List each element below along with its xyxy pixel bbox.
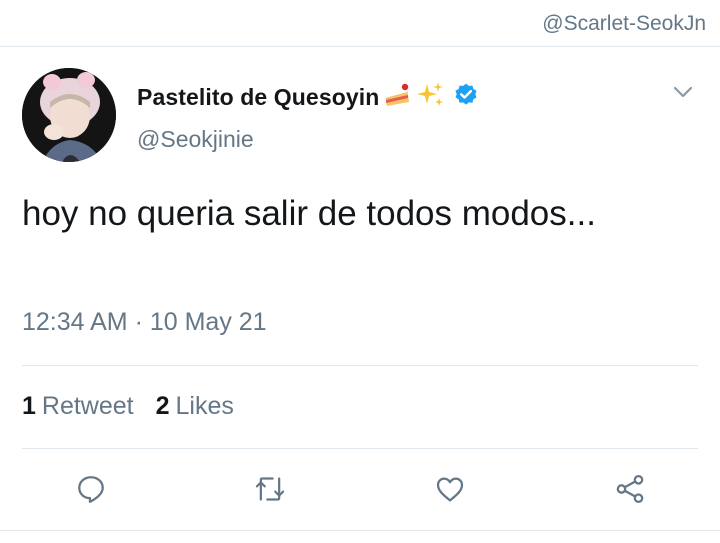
display-name-row: Pastelito de Quesoyin — [137, 80, 479, 114]
avatar[interactable] — [22, 68, 116, 162]
tweet-stats: 1 Retweet 2 Likes — [22, 392, 234, 421]
user-handle[interactable]: @Seokjinie — [137, 126, 254, 153]
watermark-username: @Scarlet-SeokJn — [542, 12, 706, 35]
share-icon — [616, 474, 644, 504]
likes-stat[interactable]: 2 Likes — [156, 392, 234, 421]
like-button[interactable] — [432, 471, 468, 507]
avatar-image — [22, 68, 116, 162]
tweet-text: hoy no queria salir de todos modos... — [22, 194, 596, 233]
likes-count: 2 — [155, 392, 170, 420]
share-button[interactable] — [612, 471, 648, 507]
tweet-screenshot: @Scarlet-SeokJn Pastelito de Quesoyin @S… — [0, 0, 720, 543]
reply-button[interactable] — [73, 471, 109, 507]
cake-emoji-icon — [383, 82, 411, 113]
tweet-timestamp[interactable]: 12:34 AM · 10 May 21 — [22, 308, 267, 337]
retweets-count: 1 — [22, 392, 36, 420]
top-divider — [0, 46, 720, 47]
verified-badge-icon — [453, 82, 479, 113]
divider — [22, 365, 698, 366]
divider — [22, 448, 698, 449]
retweet-button[interactable] — [252, 471, 288, 507]
retweets-label: Retweet — [41, 392, 134, 420]
sparkles-emoji-icon — [415, 81, 445, 114]
like-icon — [436, 477, 464, 502]
display-name[interactable]: Pastelito de Quesoyin — [137, 84, 379, 111]
bottom-divider — [0, 530, 720, 531]
retweet-icon — [255, 477, 285, 501]
likes-label: Likes — [175, 392, 234, 420]
retweets-stat[interactable]: 1 Retweet — [22, 392, 134, 421]
chevron-down-icon[interactable] — [672, 84, 694, 100]
reply-icon — [78, 476, 104, 503]
